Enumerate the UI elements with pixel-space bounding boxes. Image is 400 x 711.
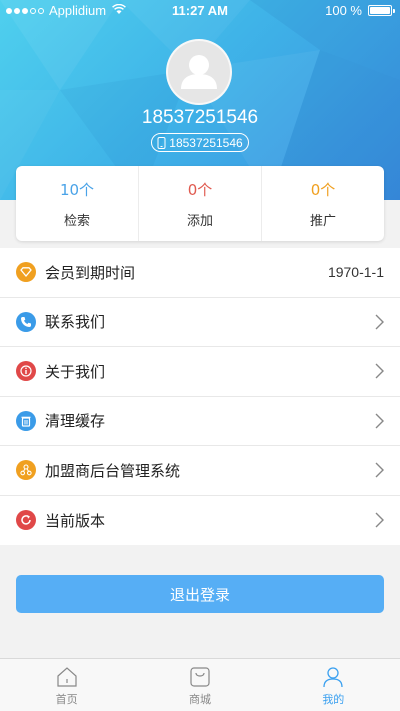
stat-label: 添加 — [186, 213, 213, 229]
stat-count: 10个 — [59, 180, 95, 199]
menu-label: 关于我们 — [45, 362, 106, 381]
chevron-right-icon — [375, 512, 384, 528]
membership-expiry-date: 1970-1-1 — [327, 264, 384, 281]
tab-label: 首页 — [55, 693, 78, 706]
chevron-right-icon — [375, 363, 384, 379]
shopping-bag-icon — [190, 667, 210, 687]
user-icon — [323, 667, 343, 688]
user-phone: 18537251546 — [141, 107, 259, 128]
stat-search[interactable]: 10个 检索 — [16, 166, 139, 241]
phone-icon — [16, 311, 36, 332]
tab-mine[interactable]: 我的 — [267, 659, 400, 711]
diamond-icon — [16, 262, 36, 283]
user-avatar-icon — [181, 55, 217, 89]
status-bar: Applidium 11:27 AM 100 % — [0, 0, 400, 20]
info-icon — [16, 361, 36, 382]
tab-label: 商城 — [188, 693, 211, 706]
network-icon — [16, 460, 36, 481]
status-right: 100 % — [325, 3, 395, 18]
tab-home[interactable]: 首页 — [0, 659, 133, 711]
menu-item-franchise-admin[interactable]: 加盟商后台管理系统 — [0, 446, 400, 496]
settings-menu: 会员到期时间 1970-1-1 联系我们 关于我们 清理缓存 加盟商后台管理系统 — [0, 248, 400, 545]
refresh-icon — [16, 510, 36, 531]
tab-bar: 首页 商城 我的 — [0, 658, 400, 711]
home-icon — [57, 667, 77, 687]
chevron-right-icon — [375, 413, 384, 429]
battery-icon — [368, 5, 395, 16]
stat-label: 检索 — [63, 213, 90, 229]
menu-item-clear-cache[interactable]: 清理缓存 — [0, 397, 400, 446]
chevron-right-icon — [375, 314, 384, 330]
avatar[interactable] — [166, 39, 232, 105]
stat-label: 推广 — [309, 213, 336, 229]
trash-icon — [16, 410, 36, 431]
tab-label: 我的 — [322, 693, 345, 706]
menu-label: 加盟商后台管理系统 — [45, 461, 181, 480]
stat-promote[interactable]: 0个 推广 — [262, 166, 384, 241]
menu-label: 会员到期时间 — [45, 263, 136, 282]
stat-count: 0个 — [310, 180, 336, 199]
logout-button[interactable]: 退出登录 — [16, 575, 384, 613]
chevron-right-icon — [375, 462, 384, 478]
menu-item-membership-expiry[interactable]: 会员到期时间 1970-1-1 — [0, 248, 400, 298]
stat-count: 0个 — [187, 180, 213, 199]
phone-device-icon — [157, 136, 166, 149]
menu-item-current-version[interactable]: 当前版本 — [0, 496, 400, 546]
stats-card: 10个 检索 0个 添加 0个 推广 — [16, 166, 384, 241]
account-tag: 18537251546 — [151, 133, 249, 152]
tab-shop[interactable]: 商城 — [133, 659, 266, 711]
stat-add[interactable]: 0个 添加 — [139, 166, 262, 241]
menu-item-about-us[interactable]: 关于我们 — [0, 347, 400, 397]
menu-label: 清理缓存 — [45, 412, 106, 431]
menu-label: 联系我们 — [45, 313, 106, 332]
menu-label: 当前版本 — [45, 511, 106, 530]
menu-item-contact-us[interactable]: 联系我们 — [0, 298, 400, 347]
account-tag-text: 18537251546 — [169, 135, 243, 150]
battery-percentage: 100 % — [325, 3, 362, 18]
